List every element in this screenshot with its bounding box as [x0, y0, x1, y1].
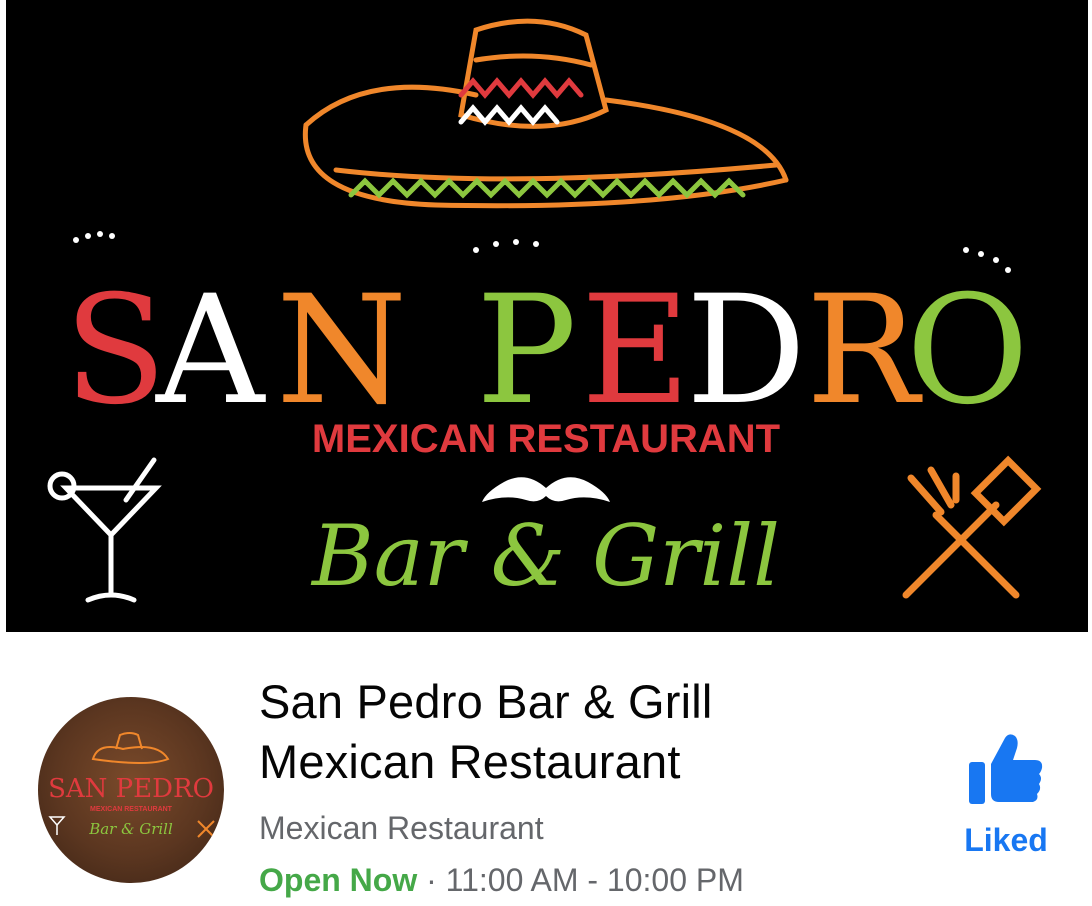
brand-wordmark: S A N P E D R O [64, 264, 1029, 438]
avatar-brand: SAN PEDRO [48, 774, 214, 804]
sombrero-icon [91, 732, 170, 764]
hours-line: Open Now · 11:00 AM - 10:00 PM [259, 862, 744, 899]
cover-photo[interactable]: S A N P E D R O MEXICAN RESTAURANT Bar &… [6, 0, 1088, 632]
cover-subtitle: MEXICAN RESTAURANT [312, 417, 780, 461]
brand-letter: A [155, 264, 266, 438]
open-status-badge: Open Now [259, 862, 418, 898]
page-title-line1: San Pedro Bar & Grill [259, 675, 713, 728]
grill-tools-icon [197, 820, 215, 838]
separator-dot: · [417, 862, 446, 898]
cover-artwork: S A N P E D R O MEXICAN RESTAURANT Bar &… [47, 18, 1042, 605]
avatar-subtitle: MEXICAN RESTAURANT [90, 806, 173, 813]
brand-letter: O [906, 264, 1029, 438]
brand-letter: S [64, 264, 167, 438]
page-title[interactable]: San Pedro Bar & Grill Mexican Restaurant [259, 672, 899, 792]
sombrero-icon [302, 18, 789, 209]
brand-letter: N [276, 264, 407, 438]
page-category: Mexican Restaurant [259, 810, 544, 846]
avatar-tagline: Bar & Grill [88, 820, 173, 838]
thumbs-up-icon [969, 734, 1043, 804]
liked-label: Liked [964, 822, 1048, 858]
opening-hours: 11:00 AM - 10:00 PM [445, 862, 744, 898]
page-title-line2: Mexican Restaurant [259, 735, 681, 788]
brand-letter: D [686, 264, 806, 438]
brand-letter: P [476, 264, 577, 438]
avatar-logo: SAN PEDRO MEXICAN RESTAURANT Bar & Grill [48, 732, 215, 838]
grill-tools-icon [902, 455, 1042, 599]
liked-button[interactable]: Liked [950, 732, 1062, 872]
martini-glass-icon [47, 457, 162, 603]
martini-glass-icon [48, 816, 66, 835]
brand-letter: E [581, 264, 691, 438]
mustache-icon [482, 477, 610, 502]
page-avatar[interactable]: SAN PEDRO MEXICAN RESTAURANT Bar & Grill [38, 697, 224, 883]
cover-tagline: Bar & Grill [310, 507, 780, 605]
